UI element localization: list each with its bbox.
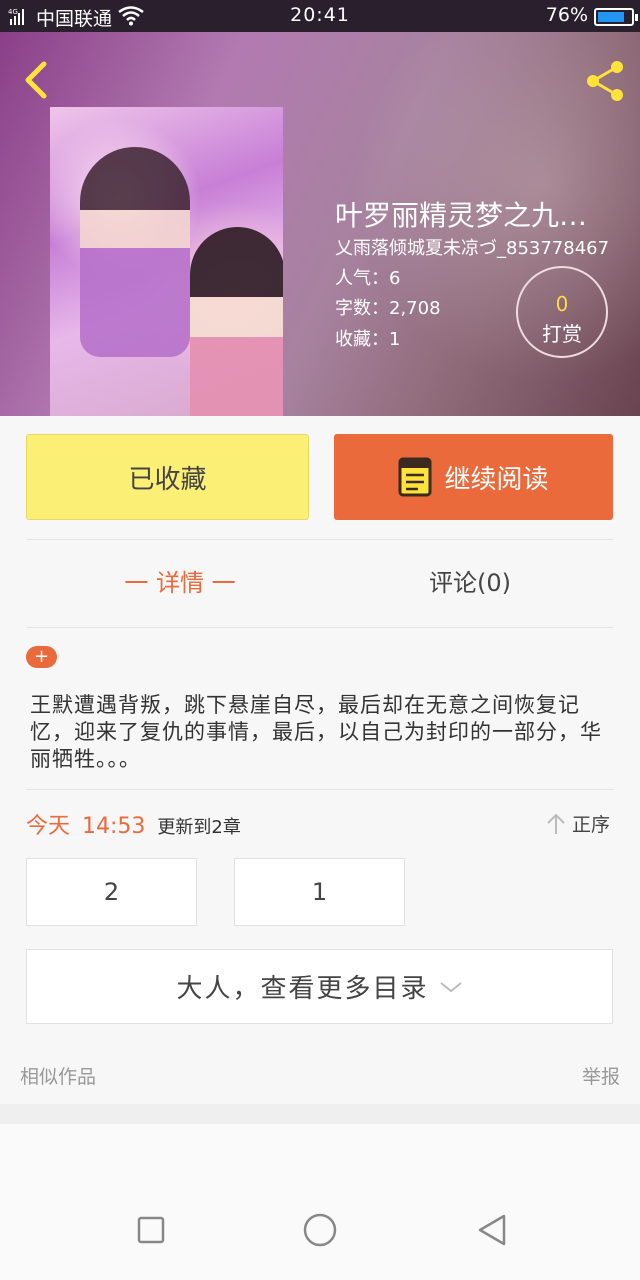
- bottom-strip: [0, 1104, 640, 1124]
- more-catalog-button[interactable]: 大人，查看更多目录: [26, 949, 613, 1024]
- update-info: 今天 14:53 更新到2章: [26, 808, 241, 840]
- popularity-stat: 人气：6: [335, 268, 401, 289]
- book-author[interactable]: 乂雨落倾城夏未凉づ_853778467: [335, 234, 609, 260]
- divider: [26, 789, 614, 790]
- triangle-back-icon[interactable]: [472, 1210, 512, 1250]
- similar-works-link[interactable]: 相似作品: [20, 1062, 96, 1089]
- cover-figure: [190, 227, 283, 416]
- battery-fill: [598, 12, 624, 22]
- sort-order-label: 正序: [571, 814, 610, 836]
- clock: 20:41: [290, 4, 350, 26]
- book-header: 叶罗丽精灵梦之九… 乂雨落倾城夏未凉づ_853778467 人气：6 字数：2,…: [0, 32, 640, 416]
- tab-detail[interactable]: 一 详情 一: [100, 563, 260, 598]
- book-icon: [398, 457, 432, 497]
- update-time: 14:53: [82, 814, 146, 839]
- square-icon[interactable]: [131, 1210, 171, 1250]
- circle-icon[interactable]: [300, 1210, 340, 1250]
- word-count-stat: 字数：2,708: [335, 298, 441, 319]
- sort-order-button[interactable]: 正序: [546, 810, 610, 837]
- share-icon[interactable]: [580, 56, 630, 106]
- tab-comments[interactable]: 评论(0): [390, 563, 550, 598]
- book-title: 叶罗丽精灵梦之九…: [335, 199, 588, 232]
- book-cover[interactable]: [50, 107, 283, 416]
- collected-label: 已收藏: [128, 464, 207, 495]
- arrow-up-icon: [547, 813, 565, 834]
- status-bar: 4G 中国联通 20:41 76%: [0, 0, 640, 32]
- battery-icon: [594, 8, 638, 26]
- more-catalog-label: 大人，查看更多目录: [176, 974, 429, 1004]
- battery-percent: 76%: [545, 4, 588, 26]
- continue-reading-button[interactable]: 继续阅读: [334, 434, 613, 520]
- expand-button[interactable]: +: [26, 646, 57, 668]
- chapter-item[interactable]: 2: [26, 858, 197, 926]
- update-day: 今天: [26, 814, 71, 839]
- reward-button[interactable]: 0 打赏: [516, 266, 608, 358]
- chevron-down-icon: [439, 981, 462, 992]
- continue-reading-label: 继续阅读: [444, 464, 549, 495]
- divider: [26, 627, 614, 628]
- cover-figure: [80, 147, 190, 357]
- report-link[interactable]: 举报: [582, 1062, 620, 1089]
- favorites-stat: 收藏：1: [335, 329, 401, 350]
- book-description: 王默遭遇背叛，跳下悬崖自尽，最后却在无意之间恢复记忆，迎来了复仇的事情，最后，以…: [30, 693, 602, 771]
- divider: [26, 539, 614, 540]
- update-text: 更新到2章: [157, 817, 241, 838]
- collected-button[interactable]: 已收藏: [26, 434, 309, 520]
- navigation-bar: [0, 1124, 640, 1280]
- reward-label: 打赏: [542, 322, 582, 346]
- chevron-left-icon[interactable]: [16, 58, 56, 102]
- chapter-item[interactable]: 1: [234, 858, 405, 926]
- reward-count: 0: [555, 292, 569, 316]
